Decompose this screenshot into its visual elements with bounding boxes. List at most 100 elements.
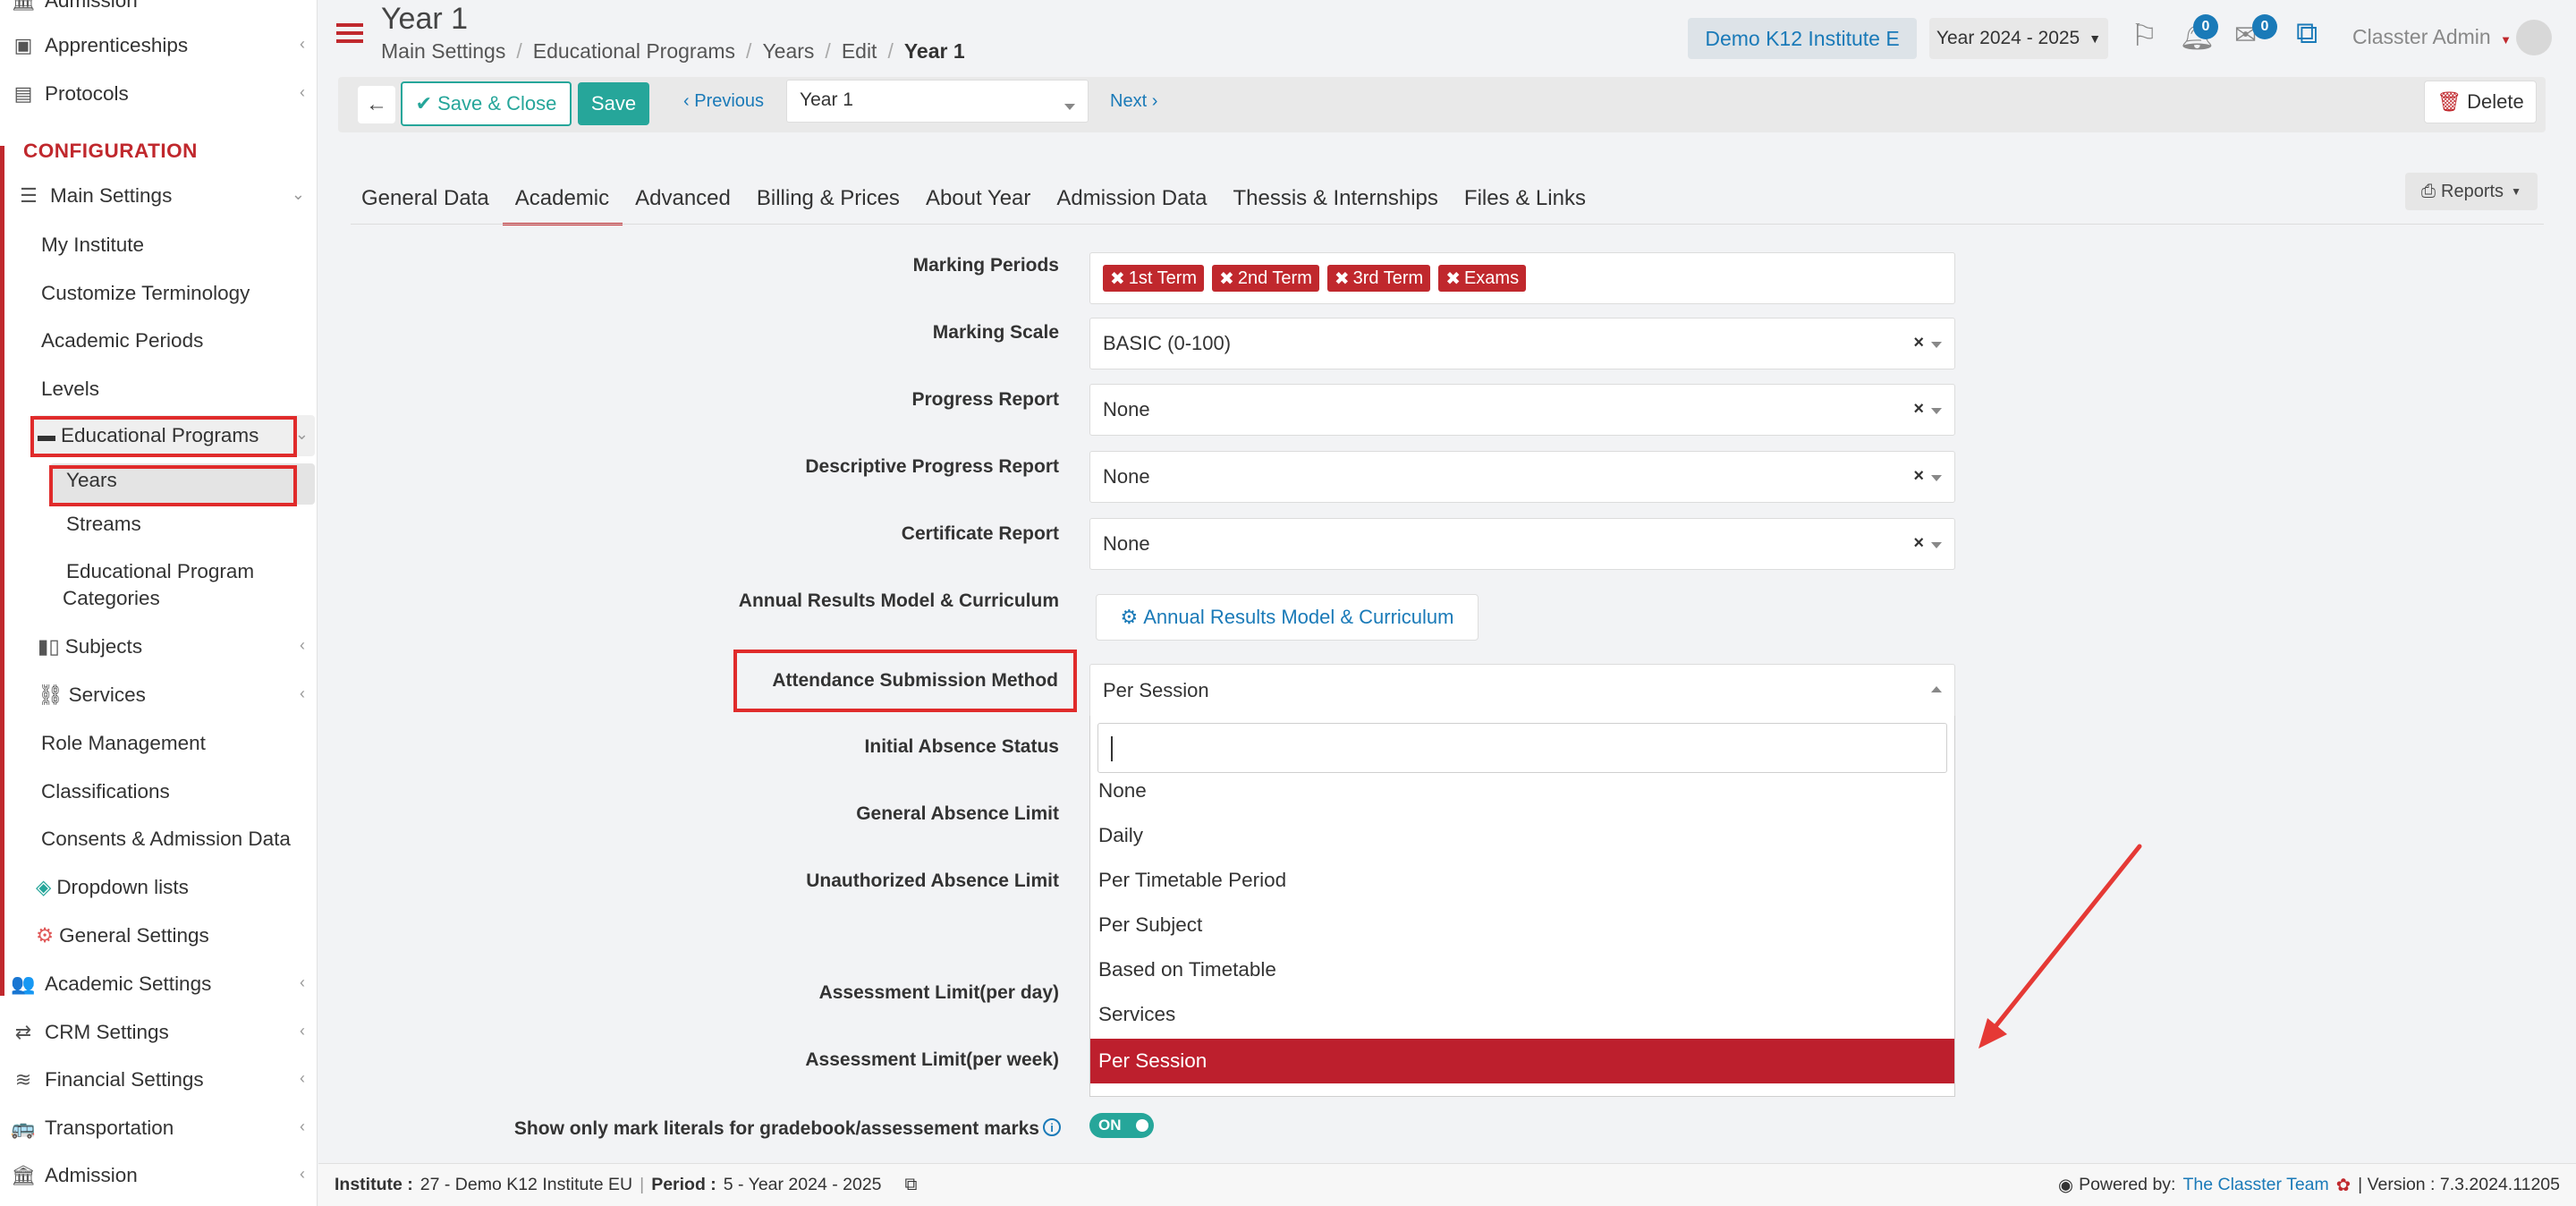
tag-1st-term[interactable]: ✖ 1st Term (1103, 265, 1205, 292)
toggle-label: ON (1098, 1117, 1122, 1134)
save-close-button[interactable]: ✔ Save & Close (401, 81, 572, 126)
remove-icon[interactable]: ✖ (1335, 268, 1350, 290)
clear-icon[interactable]: × (1913, 399, 1924, 420)
hamburger-menu-icon[interactable] (336, 23, 363, 27)
sidebar-item-protocols[interactable]: ▤ Protocols ‹ (0, 72, 318, 116)
tab-academic[interactable]: Academic (502, 175, 623, 225)
next-link[interactable]: Next › (1110, 91, 1157, 112)
progress-report-select[interactable]: None × (1089, 384, 1955, 436)
record-select[interactable]: Year 1 (786, 80, 1089, 123)
copy-icon[interactable]: ⧉ (905, 1175, 918, 1195)
reports-button[interactable]: ⎙ Reports ▼ (2405, 173, 2538, 210)
certificate-report-select[interactable]: None × (1089, 518, 1955, 570)
attendance-method-select[interactable]: Per Session (1089, 664, 1955, 716)
sidebar-item-general-settings[interactable]: ⚙ General Settings (0, 913, 318, 958)
period-select-value: Year 2024 - 2025 (1936, 28, 2080, 48)
next-label: Next (1110, 91, 1148, 111)
tab-admission-data[interactable]: Admission Data (1044, 175, 1220, 225)
breadcrumb-item[interactable]: Main Settings (381, 39, 505, 64)
user-menu[interactable]: Classter Admin ▼ (2352, 25, 2512, 49)
chevron-left-icon: ‹ (300, 1022, 305, 1040)
marking-scale-label: Marking Scale (932, 322, 1059, 343)
avatar[interactable] (2516, 20, 2552, 55)
dropdown-option[interactable]: Per Subject (1090, 903, 1954, 947)
sidebar-item-services[interactable]: ⛓ Services ‹ (0, 673, 318, 718)
sidebar-item-customize-terminology[interactable]: Customize Terminology (0, 271, 318, 316)
dropdown-search-input[interactable] (1097, 723, 1947, 773)
tab-general-data[interactable]: General Data (349, 175, 503, 225)
sidebar-item-label: Apprenticeships (45, 34, 189, 56)
dropdown-option[interactable]: Services (1090, 992, 1954, 1037)
assessment-limit-day-label: Assessment Limit(per day) (818, 982, 1059, 1003)
sidebar-item-main-settings[interactable]: ☰ Main Settings ⌄ (0, 174, 318, 218)
remove-icon[interactable]: ✖ (1110, 268, 1125, 290)
tag-3rd-term[interactable]: ✖ 3rd Term (1326, 265, 1431, 292)
remove-icon[interactable]: ✖ (1219, 268, 1234, 290)
sidebar-item-classifications[interactable]: Classifications (0, 769, 318, 814)
footer-classter-link[interactable]: The Classter Team (2182, 1175, 2328, 1195)
chevron-right-icon: › (1151, 91, 1158, 111)
descriptive-progress-report-label: Descriptive Progress Report (805, 456, 1059, 477)
dropdown-option[interactable]: None (1090, 769, 1954, 813)
chevron-left-icon: ‹ (300, 1117, 305, 1135)
sidebar-item-dropdown-lists[interactable]: ◈ Dropdown lists (0, 865, 318, 910)
breadcrumb-item[interactable]: Years (762, 39, 814, 64)
tab-files-links[interactable]: Files & Links (1452, 175, 1599, 225)
layers-plus-icon[interactable]: ⧉ (2296, 16, 2318, 51)
sidebar-item-role-management[interactable]: Role Management (0, 721, 318, 766)
previous-link[interactable]: ‹ Previous (683, 91, 764, 112)
bank-icon: 🏛 (11, 1164, 36, 1186)
info-icon[interactable]: i (1043, 1118, 1061, 1136)
bank-icon: 🏛 (11, 0, 36, 12)
sidebar-item-academic-periods[interactable]: Academic Periods (0, 318, 318, 363)
tab-advanced[interactable]: Advanced (623, 175, 744, 225)
clear-icon[interactable]: × (1913, 466, 1924, 487)
tag-exams[interactable]: ✖ Exams (1438, 265, 1527, 292)
clear-icon[interactable]: × (1913, 333, 1924, 353)
sidebar-item-admission-top[interactable]: 🏛 Admission (0, 0, 318, 23)
dropdown-option[interactable]: Based on Timetable (1090, 947, 1954, 992)
breadcrumb-item[interactable]: Educational Programs (533, 39, 735, 64)
sidebar-item-crm-settings[interactable]: ⇄ CRM Settings ‹ (0, 1010, 318, 1055)
descriptive-progress-report-select[interactable]: None × (1089, 451, 1955, 503)
delete-button[interactable]: 🗑︎ Delete (2424, 81, 2537, 123)
breadcrumb-item[interactable]: Edit (842, 39, 877, 64)
tab-billing-prices[interactable]: Billing & Prices (744, 175, 913, 225)
cogs-icon: ⚙ (1120, 606, 1139, 628)
sidebar-item-apprenticeships[interactable]: ▣ Apprenticeships ‹ (0, 23, 318, 68)
sidebar-item-subjects[interactable]: ▮▯ Subjects ‹ (0, 624, 318, 669)
sidebar-item-label: General Settings (59, 924, 209, 947)
dropdown-option-selected[interactable]: Per Session (1090, 1039, 1954, 1083)
tag-2nd-term[interactable]: ✖ 2nd Term (1212, 265, 1319, 292)
tab-divider (351, 224, 2544, 225)
flag-icon[interactable]: ⚐ (2131, 18, 2157, 54)
sidebar-item-label: Dropdown lists (56, 876, 189, 898)
sidebar-item-my-institute[interactable]: My Institute (0, 223, 318, 268)
sidebar-item-levels[interactable]: Levels (0, 367, 318, 412)
sidebar-item-ep-categories[interactable]: Educational Program Categories (63, 558, 254, 612)
marking-scale-select[interactable]: BASIC (0-100) × (1089, 318, 1955, 369)
dropdown-option[interactable]: Daily (1090, 813, 1954, 858)
dropdown-option[interactable]: Per Timetable Period (1090, 858, 1954, 903)
section-title-configuration: CONFIGURATION (23, 140, 198, 162)
period-select[interactable]: Year 2024 - 2025 ▼ (1929, 18, 2108, 59)
sidebar-item-transportation[interactable]: 🚌 Transportation ‹ (0, 1106, 318, 1151)
institute-button[interactable]: Demo K12 Institute E (1688, 18, 1917, 59)
tab-about-year[interactable]: About Year (913, 175, 1044, 225)
clear-icon[interactable]: × (1913, 533, 1924, 554)
sidebar-item-financial-settings[interactable]: ≋ Financial Settings ‹ (0, 1057, 318, 1102)
sidebar-item-admission[interactable]: 🏛 Admission ‹ (0, 1153, 318, 1198)
annual-results-button-label: Annual Results Model & Curriculum (1143, 606, 1454, 628)
sidebar-item-consents[interactable]: Consents & Admission Data (0, 817, 318, 862)
unauthorized-absence-limit-label: Unauthorized Absence Limit (806, 871, 1059, 891)
sidebar-item-academic-settings[interactable]: 👥 Academic Settings ‹ (0, 962, 318, 1006)
tab-thessis-internships[interactable]: Thessis & Internships (1220, 175, 1451, 225)
back-arrow-button[interactable]: ← (358, 86, 395, 123)
annual-results-button[interactable]: ⚙ Annual Results Model & Curriculum (1096, 594, 1479, 641)
chevron-left-icon: ‹ (300, 636, 305, 654)
remove-icon[interactable]: ✖ (1445, 268, 1461, 290)
save-button[interactable]: Save (578, 82, 649, 125)
mark-literals-toggle[interactable]: ON (1089, 1113, 1154, 1138)
sidebar-item-streams[interactable]: Streams (0, 502, 318, 547)
marking-periods-field[interactable]: ✖ 1st Term ✖ 2nd Term ✖ 3rd Term ✖ Exams (1089, 252, 1955, 304)
